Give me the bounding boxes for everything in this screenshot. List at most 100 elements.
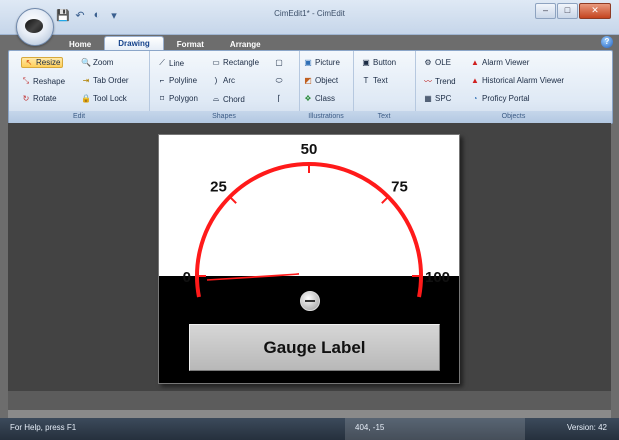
tab-order-label: Tab Order	[93, 76, 129, 85]
polygon-label: Polygon	[169, 94, 198, 103]
rectangle-icon: ▭	[212, 58, 220, 67]
tool-lock-button[interactable]: 🔒 Tool Lock	[81, 94, 127, 103]
polyline-label: Polyline	[169, 76, 198, 85]
arc-label: Arc	[223, 76, 235, 85]
maximize-button[interactable]: □	[557, 3, 578, 19]
spc-icon: ▦	[424, 94, 432, 103]
ribbon-tabs: Home Drawing Format Arrange	[56, 36, 274, 51]
reshape-icon: ⤡	[22, 76, 30, 85]
group-illustrations: ▣ Picture ◩ Object ❖ Class Illustrations	[299, 51, 354, 123]
trend-label: Trend	[435, 77, 456, 86]
gauge-object[interactable]: 0 25 50 75 100 Gauge Label	[158, 134, 460, 384]
rounded-rectangle-button[interactable]: ▢	[274, 58, 286, 67]
rectangle-button[interactable]: ▭ Rectangle	[211, 58, 259, 67]
polygon-button[interactable]: ⌑ Polygon	[157, 94, 198, 103]
chord-icon: ⌓	[212, 94, 220, 103]
chord-label: Chord	[223, 94, 245, 104]
rotate-label: Rotate	[33, 94, 57, 103]
help-icon[interactable]: ?	[601, 36, 613, 48]
polygon-icon: ⌑	[159, 94, 165, 103]
historical-alarm-icon: ▲	[471, 76, 479, 85]
trend-button[interactable]: 〰 Trend	[423, 76, 456, 87]
zoom-label: Zoom	[93, 58, 114, 67]
class-label: Class	[315, 94, 336, 103]
alarm-icon: ▲	[471, 58, 479, 67]
spc-label: SPC	[435, 94, 452, 103]
historical-alarm-viewer-button[interactable]: ▲ Historical Alarm Viewer	[470, 76, 564, 85]
pipe-button[interactable]: ⌈	[274, 94, 286, 103]
ole-icon: ⚙	[424, 58, 432, 67]
gauge-tick-label: 0	[183, 269, 191, 286]
line-icon: ⟋	[159, 58, 165, 67]
text-icon: T	[363, 76, 369, 85]
gauge-label: Gauge Label	[189, 324, 440, 371]
chord-button[interactable]: ⌓ Chord	[211, 94, 245, 104]
tab-order-icon: ⇥	[82, 76, 90, 85]
status-help-text: For Help, press F1	[10, 423, 77, 432]
button-tool-button[interactable]: ▣ Button	[361, 58, 396, 67]
group-objects: ⚙ OLE ▲ Alarm Viewer 〰 Trend ▲ Historical Al…	[415, 51, 612, 123]
group-label-edit: Edit	[9, 111, 149, 123]
tool-lock-label: Tool Lock	[93, 94, 127, 103]
trend-icon: 〰	[424, 77, 432, 86]
tab-drawing[interactable]: Drawing	[104, 36, 164, 51]
group-text: ▣ Button T Text Text	[353, 51, 416, 123]
title-bar: 💾 ↶ ◐ ▾ CimEdit1* - CimEdit – □ ✕	[0, 0, 619, 35]
button-tool-label: Button	[373, 58, 397, 67]
polyline-button[interactable]: ⌐ Polyline	[157, 76, 197, 85]
class-button[interactable]: ❖ Class	[303, 94, 335, 103]
button-icon: ▣	[362, 58, 370, 67]
status-bar: For Help, press F1 404, -15 Version: 42	[0, 418, 619, 440]
group-label-text: Text	[353, 111, 415, 123]
gauge-knob[interactable]	[300, 291, 320, 311]
close-button[interactable]: ✕	[579, 3, 611, 19]
resize-button[interactable]: ↖ Resize	[21, 57, 64, 68]
picture-icon: ▣	[304, 58, 312, 67]
minimize-button[interactable]: –	[535, 3, 556, 19]
ellipse-icon: ⬭	[275, 76, 283, 85]
arc-button[interactable]: ) Arc	[211, 76, 235, 85]
rectangle-label: Rectangle	[223, 58, 260, 67]
group-label-objects: Objects	[415, 111, 612, 123]
text-tool-button[interactable]: T Text	[361, 76, 388, 85]
proficy-portal-button[interactable]: ◔ Proficy Portal	[470, 94, 530, 103]
ribbon: ↖ Resize 🔍 Zoom ⤡ Reshape ⇥ Tab Order ↻ Rotat…	[8, 50, 613, 124]
ellipse-button[interactable]: ⬭	[274, 76, 286, 86]
portal-icon: ◔	[472, 94, 478, 103]
polyline-icon: ⌐	[159, 76, 165, 85]
ole-button[interactable]: ⚙ OLE	[423, 58, 451, 67]
tab-order-button[interactable]: ⇥ Tab Order	[81, 76, 129, 85]
rotate-button[interactable]: ↻ Rotate	[21, 94, 57, 103]
pipe-icon: ⌈	[277, 94, 281, 103]
alarm-viewer-button[interactable]: ▲ Alarm Viewer	[470, 58, 529, 67]
lock-icon: 🔒	[81, 94, 91, 103]
rotate-icon: ↻	[22, 94, 30, 103]
object-button[interactable]: ◩ Object	[303, 76, 338, 85]
application-button[interactable]	[16, 8, 54, 46]
resize-icon: ↖	[25, 58, 33, 67]
group-label-shapes: Shapes	[149, 111, 299, 123]
group-label-illustrations: Illustrations	[299, 111, 353, 123]
picture-button[interactable]: ▣ Picture	[303, 58, 340, 67]
proficy-portal-label: Proficy Portal	[482, 94, 530, 103]
gauge-tick-label: 75	[391, 178, 408, 195]
reshape-label: Reshape	[33, 76, 66, 86]
window-title: CimEdit1* - CimEdit	[274, 9, 345, 18]
zoom-button[interactable]: 🔍 Zoom	[81, 58, 113, 67]
class-icon: ❖	[304, 94, 312, 103]
spc-button[interactable]: ▦ SPC	[423, 94, 451, 103]
zoom-icon: 🔍	[81, 58, 91, 67]
picture-label: Picture	[315, 58, 340, 67]
horizontal-scrollbar[interactable]	[8, 410, 611, 418]
line-button[interactable]: ⟋ Line	[157, 58, 184, 68]
object-label: Object	[315, 76, 339, 85]
gauge-tick-label: 25	[210, 178, 227, 195]
app-logo-icon	[25, 19, 43, 33]
ole-label: OLE	[435, 58, 452, 67]
status-coordinates: 404, -15	[355, 423, 385, 432]
reshape-button[interactable]: ⤡ Reshape	[21, 76, 65, 86]
group-shapes: ⟋ Line ▭ Rectangle ▢ ⌐ Polyline ) Arc ⬭ ⌑ Pol…	[149, 51, 300, 123]
rounded-rectangle-icon: ▢	[275, 58, 283, 67]
text-tool-label: Text	[373, 76, 388, 85]
object-icon: ◩	[304, 76, 312, 85]
